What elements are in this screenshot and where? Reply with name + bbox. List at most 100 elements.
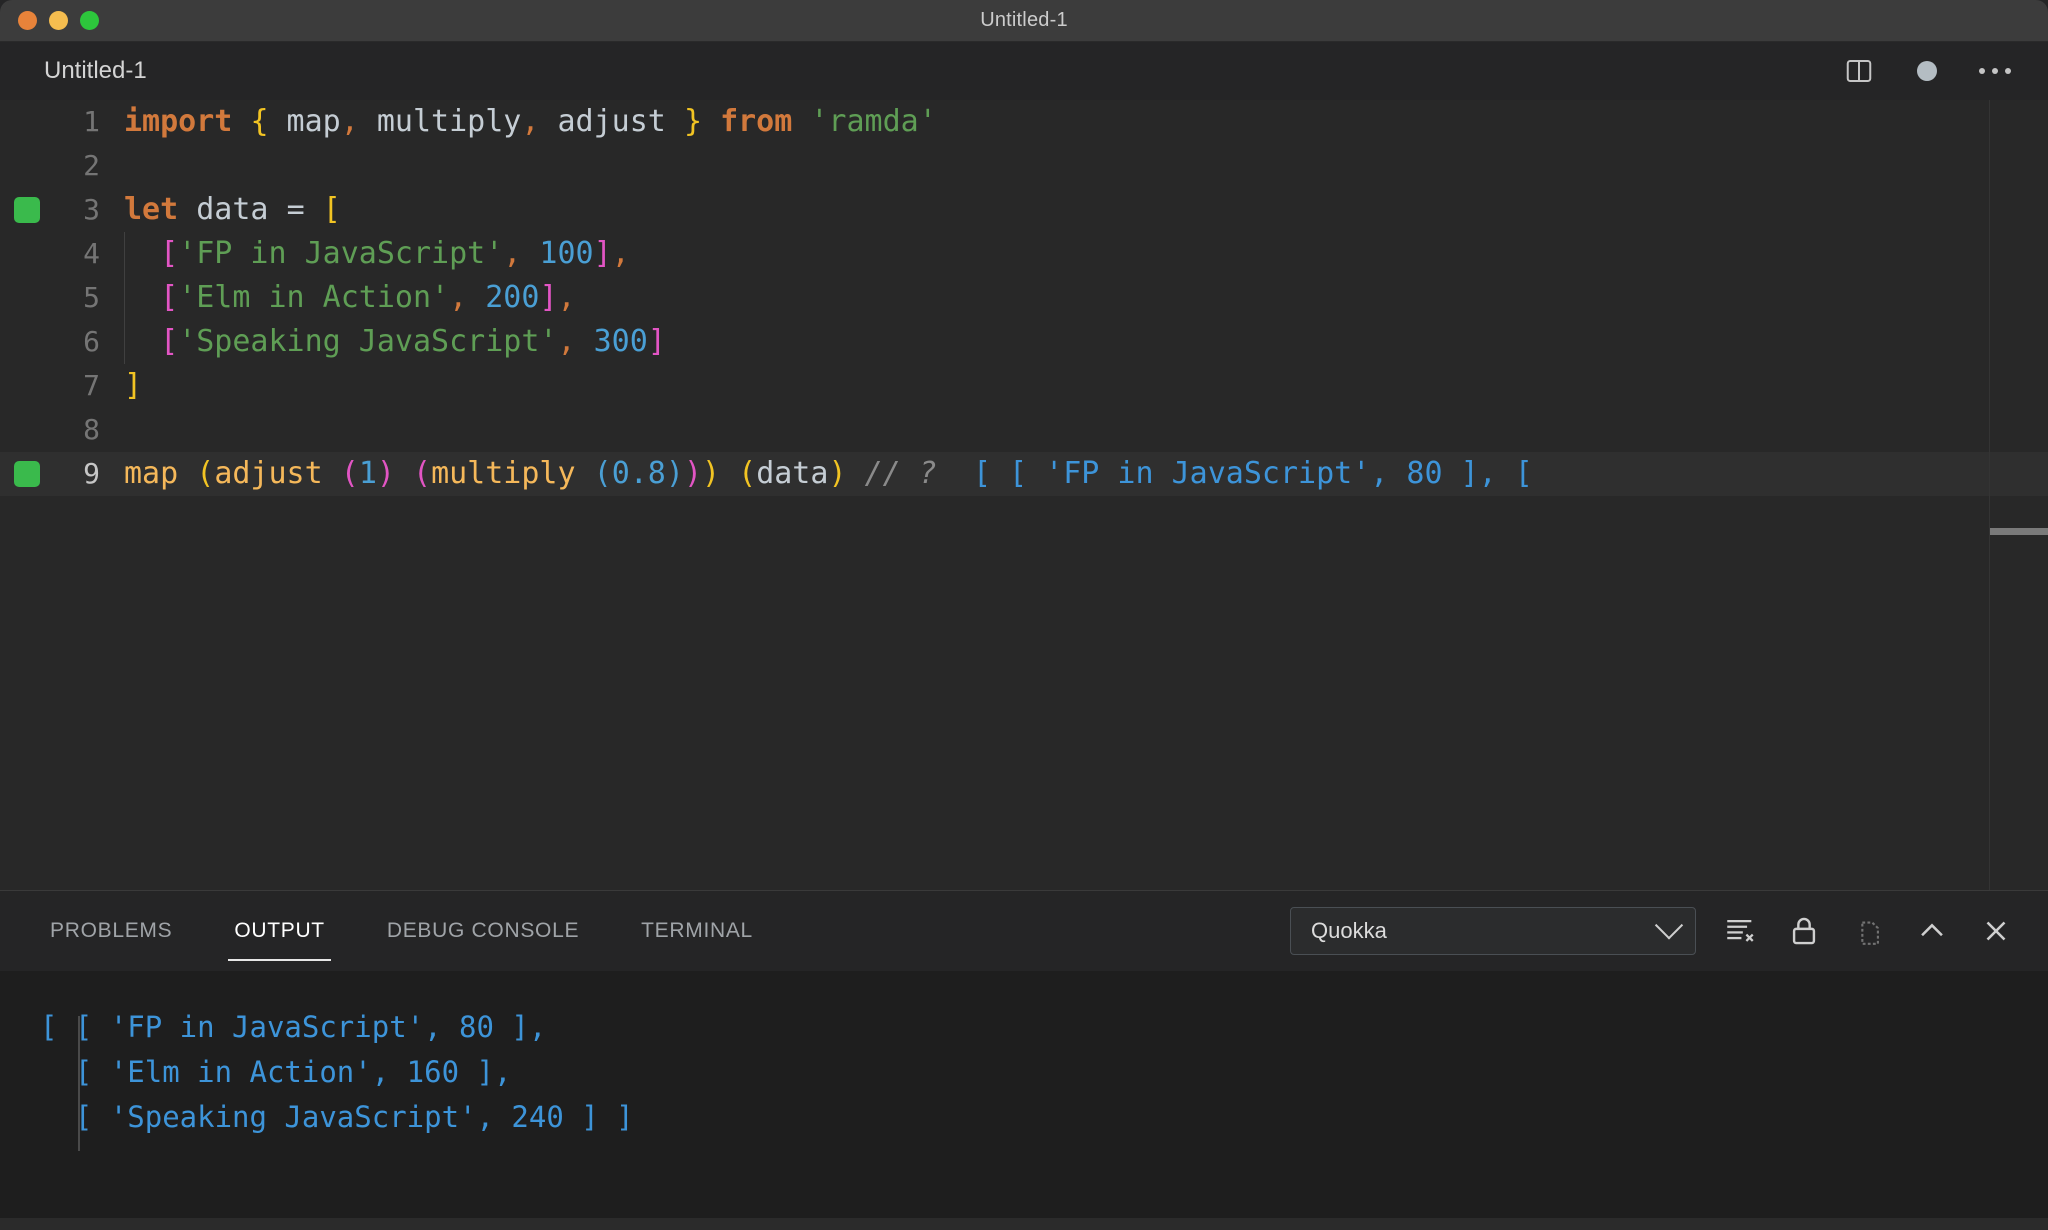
indent-guide: [124, 320, 125, 364]
code-editor[interactable]: 1 import { map, multiply, adjust } from '…: [0, 100, 2048, 890]
code-line-9[interactable]: 9 map (adjust (1) (multiply (0.8))) (data…: [0, 452, 2048, 496]
panel-tab-terminal[interactable]: TERMINAL: [635, 891, 759, 971]
code-token: ]: [124, 368, 143, 403]
code-token: 300: [593, 324, 648, 359]
code-token: ,: [340, 104, 359, 139]
minimize-window-button[interactable]: [49, 11, 68, 30]
panel-status-strip: [0, 1218, 2048, 1230]
output-channel-select[interactable]: Quokka: [1290, 907, 1696, 955]
output-line: [ 'Speaking JavaScript', 240 ] ]: [40, 1100, 634, 1134]
traffic-lights: [0, 11, 99, 30]
code-token: ]: [593, 236, 612, 271]
line-content: ['FP in JavaScript', 100],: [124, 232, 2048, 276]
quokka-live-marker-icon[interactable]: [14, 197, 40, 223]
code-token: adjust: [539, 104, 684, 139]
code-token: ): [702, 456, 721, 491]
code-token: ]: [647, 324, 666, 359]
code-token: 100: [539, 236, 594, 271]
line-number: 7: [83, 369, 100, 402]
code-token: ,: [521, 104, 540, 139]
code-token: adjust: [214, 456, 341, 491]
code-line-7[interactable]: 7]: [0, 364, 2048, 408]
code-token: (: [593, 456, 612, 491]
bottom-panel: PROBLEMS OUTPUT DEBUG CONSOLE TERMINAL Quok…: [0, 890, 2048, 1230]
lock-scroll-icon[interactable]: [1784, 911, 1824, 951]
clear-output-icon[interactable]: [1720, 911, 1760, 951]
line-content: import { map, multiply, adjust } from 'r…: [124, 100, 2048, 144]
panel-tab-debug-console[interactable]: DEBUG CONSOLE: [381, 891, 585, 971]
close-panel-icon[interactable]: [1976, 911, 2016, 951]
panel-tabs: PROBLEMS OUTPUT DEBUG CONSOLE TERMINAL: [0, 891, 759, 971]
quokka-live-marker-icon[interactable]: [14, 461, 40, 487]
output-content[interactable]: [ [ 'FP in JavaScript', 80 ], [ 'Elm in …: [0, 971, 2048, 1230]
open-in-editor-icon[interactable]: [1848, 911, 1888, 951]
split-editor-icon[interactable]: [1842, 54, 1876, 88]
code-token: ): [376, 456, 395, 491]
code-line-4[interactable]: 4 ['FP in JavaScript', 100],: [0, 232, 2048, 276]
code-token: 'ramda': [810, 104, 937, 139]
indent-guide: [124, 232, 125, 276]
code-token: data: [178, 192, 287, 227]
code-token: [: [322, 192, 341, 227]
unsaved-dot-icon[interactable]: [1910, 54, 1944, 88]
code-token: let: [124, 192, 179, 227]
code-token: ,: [557, 324, 576, 359]
code-token: ,: [611, 236, 630, 271]
indent-guide: [124, 276, 125, 320]
output-channel-value: Quokka: [1311, 918, 1387, 943]
code-token: 0.8: [611, 456, 666, 491]
code-line-2[interactable]: 2: [0, 144, 2048, 188]
code-line-3[interactable]: 3 let data = [: [0, 188, 2048, 232]
code-token: import: [124, 104, 233, 139]
code-token: ]: [539, 280, 558, 315]
code-token: (: [340, 456, 359, 491]
line-number: 5: [83, 281, 100, 314]
code-token: data: [756, 456, 829, 491]
vscode-window: Untitled-1 Untitled-1 1 import { map, mul…: [0, 0, 2048, 1230]
code-token: from: [720, 104, 793, 139]
code-line-8[interactable]: 8: [0, 408, 2048, 452]
code-token: map: [268, 104, 341, 139]
code-token: ,: [503, 236, 522, 271]
panel-tab-problems[interactable]: PROBLEMS: [44, 891, 178, 971]
code-token: (: [738, 456, 757, 491]
window-title: Untitled-1: [980, 9, 1068, 31]
code-token: map: [124, 456, 197, 491]
panel-tab-output[interactable]: OUTPUT: [228, 891, 331, 971]
line-content: let data = [: [124, 188, 2048, 232]
close-window-button[interactable]: [18, 11, 37, 30]
more-actions-icon[interactable]: [1978, 54, 2012, 88]
editor-horizontal-scrollbar-thumb[interactable]: [1990, 528, 2048, 535]
code-token: 1: [358, 456, 377, 491]
code-line-5[interactable]: 5 ['Elm in Action', 200],: [0, 276, 2048, 320]
code-token: 'Elm in Action': [178, 280, 450, 315]
maximize-panel-icon[interactable]: [1912, 911, 1952, 951]
code-token: multiply: [358, 104, 522, 139]
code-token: [: [160, 280, 179, 315]
code-token: ): [665, 456, 684, 491]
code-line-1[interactable]: 1 import { map, multiply, adjust } from '…: [0, 100, 2048, 144]
line-number: 8: [83, 413, 100, 446]
code-token: [: [160, 324, 179, 359]
output-line: [ [ 'FP in JavaScript', 80 ],: [40, 1010, 547, 1044]
title-bar: Untitled-1: [0, 0, 2048, 42]
panel-actions: Quokka: [1290, 907, 2048, 955]
output-indent-guide: [78, 1016, 80, 1151]
code-line-6[interactable]: 6 ['Speaking JavaScript', 300]: [0, 320, 2048, 364]
editor-tab-untitled-1[interactable]: Untitled-1: [0, 57, 147, 85]
code-token: [ [ 'FP in JavaScript', 80 ], [: [972, 456, 1533, 491]
maximize-window-button[interactable]: [80, 11, 99, 30]
editor-scrollbar-track[interactable]: [1989, 100, 1990, 890]
code-token: ): [828, 456, 847, 491]
